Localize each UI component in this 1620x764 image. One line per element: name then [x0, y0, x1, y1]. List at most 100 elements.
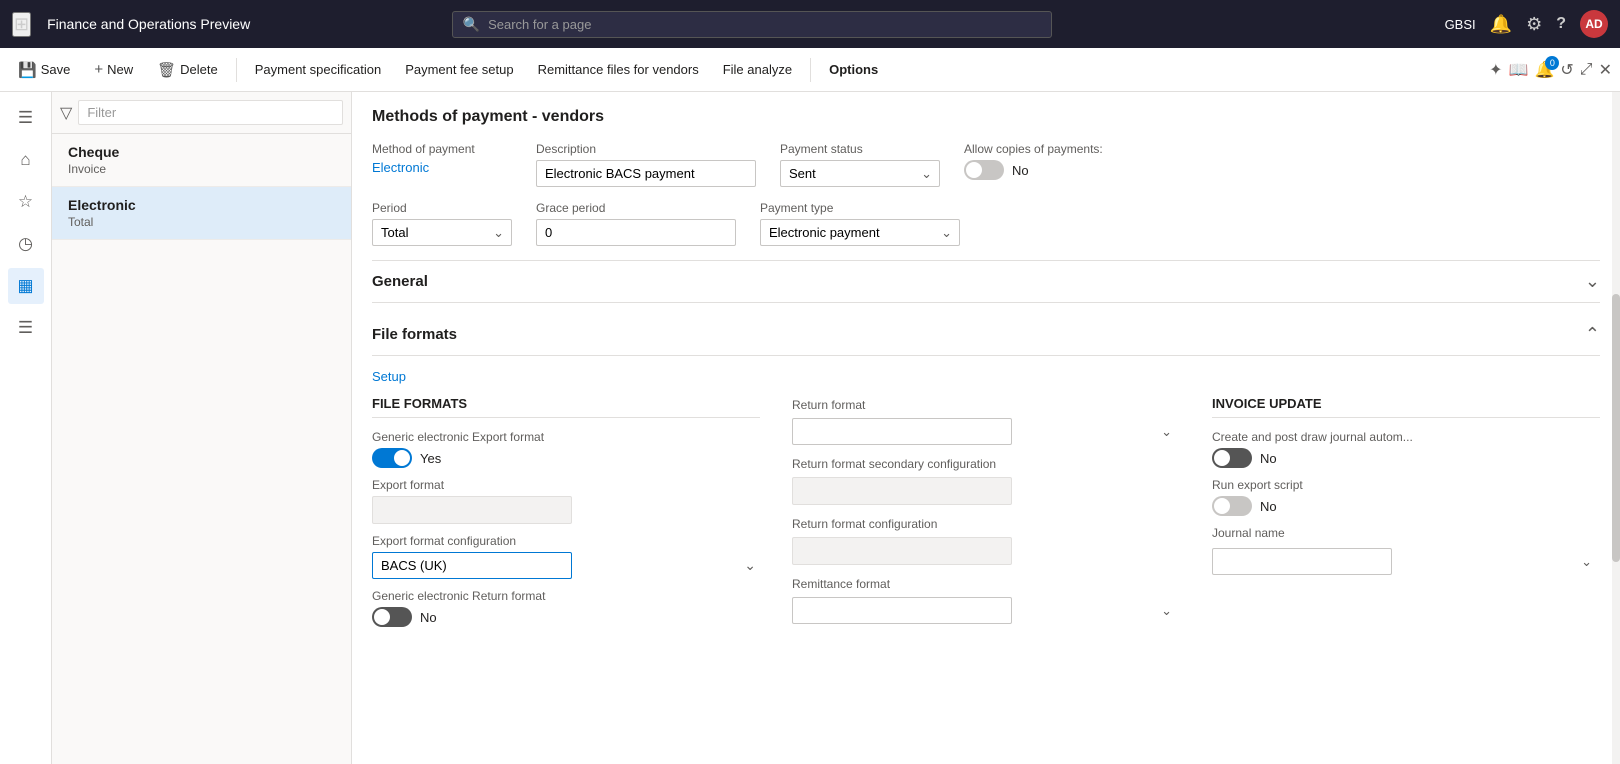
run-export-toggle-wrapper: No: [1212, 496, 1600, 516]
allow-copies-group: Allow copies of payments: No: [964, 142, 1104, 187]
description-input[interactable]: [536, 160, 756, 187]
invoice-update-sub-header: INVOICE UPDATE: [1212, 396, 1600, 418]
notification-button[interactable]: 🔔: [1490, 14, 1512, 35]
chevron-down-icon: ⌄: [744, 557, 756, 573]
run-export-toggle[interactable]: [1212, 496, 1252, 516]
nav-favorites-button[interactable]: ☆: [8, 184, 44, 220]
generic-export-toggle[interactable]: [372, 448, 412, 468]
generic-return-group: Generic electronic Return format No: [372, 589, 760, 627]
clock-icon: ◷: [18, 234, 33, 254]
nav-recent-button[interactable]: ◷: [8, 226, 44, 262]
home-icon: ⌂: [20, 150, 30, 170]
save-button[interactable]: 💾 Save: [8, 55, 80, 85]
payment-spec-button[interactable]: Payment specification: [245, 56, 391, 83]
period-group: Period Total Invoice: [372, 201, 512, 246]
create-post-group: Create and post draw journal autom... No: [1212, 430, 1600, 468]
nav-modules-button[interactable]: ☰: [8, 310, 44, 346]
file-analyze-button[interactable]: File analyze: [713, 56, 802, 83]
generic-export-toggle-wrapper: Yes: [372, 448, 760, 468]
notifications-badge-button[interactable]: 🔔 0: [1534, 60, 1554, 80]
expand-button[interactable]: ⤢: [1580, 61, 1593, 79]
search-icon: 🔍: [463, 16, 480, 33]
allow-copies-label: Allow copies of payments:: [964, 142, 1104, 156]
return-format-config-group: Return format configuration: [792, 515, 1180, 565]
export-format-config-dropdown-button[interactable]: ⌄: [744, 557, 756, 574]
journal-name-select[interactable]: [1212, 548, 1392, 575]
detail-panel: Methods of payment - vendors Method of p…: [352, 92, 1620, 764]
bell-icon: 🔔: [1490, 14, 1512, 35]
description-group: Description: [536, 142, 756, 187]
region-label: GBSI: [1445, 17, 1476, 32]
journal-name-label: Journal name: [1212, 526, 1600, 540]
list-item[interactable]: Cheque Invoice: [52, 134, 351, 187]
create-post-toggle[interactable]: [1212, 448, 1252, 468]
list-item-selected[interactable]: Electronic Total: [52, 187, 351, 240]
nav-hamburger-button[interactable]: ☰: [8, 100, 44, 136]
settings-button[interactable]: ⚙: [1526, 14, 1542, 35]
filter-button[interactable]: ▽: [60, 103, 72, 123]
generic-export-label: Generic electronic Export format: [372, 430, 760, 444]
refresh-button[interactable]: ↺: [1560, 60, 1573, 80]
star-icon: ☆: [18, 192, 33, 212]
notification-count: 0: [1545, 56, 1559, 70]
new-button[interactable]: + New: [84, 55, 143, 84]
file-formats-column: FILE FORMATS Generic electronic Export f…: [372, 396, 760, 627]
close-button[interactable]: ✕: [1599, 60, 1612, 80]
plus-icon: +: [94, 61, 103, 78]
remittance-button[interactable]: Remittance files for vendors: [528, 56, 709, 83]
nav-home-button[interactable]: ⌂: [8, 142, 44, 178]
app-title: Finance and Operations Preview: [47, 16, 250, 32]
nav-workspaces-button[interactable]: ▦: [8, 268, 44, 304]
avatar[interactable]: AD: [1580, 10, 1608, 38]
list-filter-input[interactable]: [78, 100, 343, 125]
file-formats-section-header[interactable]: File formats ⌃: [372, 314, 1600, 356]
return-format-label: Return format: [792, 398, 865, 412]
export-format-config-input[interactable]: [372, 552, 572, 579]
help-button[interactable]: ?: [1556, 15, 1566, 33]
allow-copies-toggle-wrapper: No: [964, 160, 1104, 180]
description-label: Description: [536, 142, 756, 156]
generic-return-label: Generic electronic Return format: [372, 589, 760, 603]
return-format-group: Return format: [792, 396, 1180, 445]
remittance-format-select[interactable]: [792, 597, 1012, 624]
left-sidebar: ☰ ⌂ ☆ ◷ ▦ ☰: [0, 92, 52, 764]
formats-grid: FILE FORMATS Generic electronic Export f…: [372, 396, 1600, 627]
payment-type-select[interactable]: Electronic payment Check Other: [760, 219, 960, 246]
run-export-value: No: [1260, 499, 1277, 514]
options-button[interactable]: Options: [819, 56, 888, 83]
personalize-button[interactable]: ✦: [1489, 60, 1502, 80]
waffle-menu-button[interactable]: ⊞: [12, 12, 31, 37]
toolbar: 💾 Save + New 🗑 Delete Payment specificat…: [0, 48, 1620, 92]
scrollbar-thumb[interactable]: [1612, 294, 1620, 563]
return-format-select[interactable]: [792, 418, 1012, 445]
search-input[interactable]: [488, 17, 1041, 32]
remittance-format-label: Remittance format: [792, 577, 890, 591]
file-formats-sub-header: FILE FORMATS: [372, 396, 760, 418]
allow-copies-toggle[interactable]: [964, 160, 1004, 180]
save-icon: 💾: [18, 61, 37, 79]
generic-return-toggle[interactable]: [372, 607, 412, 627]
invoice-update-sub-title: INVOICE UPDATE: [1212, 396, 1322, 411]
remittance-format-select-wrapper: [792, 597, 1180, 624]
return-format-select-wrapper: [792, 418, 1180, 445]
method-of-payment-value[interactable]: Electronic: [372, 160, 512, 175]
gear-icon: ⚙: [1526, 14, 1542, 35]
return-format-secondary-group: Return format secondary configuration: [792, 455, 1180, 505]
list-item-subtitle: Invoice: [68, 162, 335, 176]
export-format-label: Export format: [372, 478, 760, 492]
reading-mode-button[interactable]: 📖: [1509, 60, 1529, 80]
modules-icon: ☰: [18, 318, 33, 338]
list-item-title-selected: Electronic: [68, 197, 335, 213]
general-section-header[interactable]: General ⌄: [372, 260, 1600, 303]
grace-period-input[interactable]: [536, 219, 736, 246]
setup-link[interactable]: Setup: [372, 369, 406, 384]
list-toolbar: ▽: [52, 92, 351, 134]
period-label: Period: [372, 201, 512, 215]
period-select-wrapper: Total Invoice: [372, 219, 512, 246]
period-select[interactable]: Total Invoice: [372, 219, 512, 246]
export-format-config-group: Export format configuration ⌄: [372, 534, 760, 579]
payment-fee-button[interactable]: Payment fee setup: [395, 56, 523, 83]
delete-button[interactable]: 🗑 Delete: [147, 55, 228, 85]
payment-status-select[interactable]: Sent Received None: [780, 160, 940, 187]
create-post-label: Create and post draw journal autom...: [1212, 430, 1600, 444]
